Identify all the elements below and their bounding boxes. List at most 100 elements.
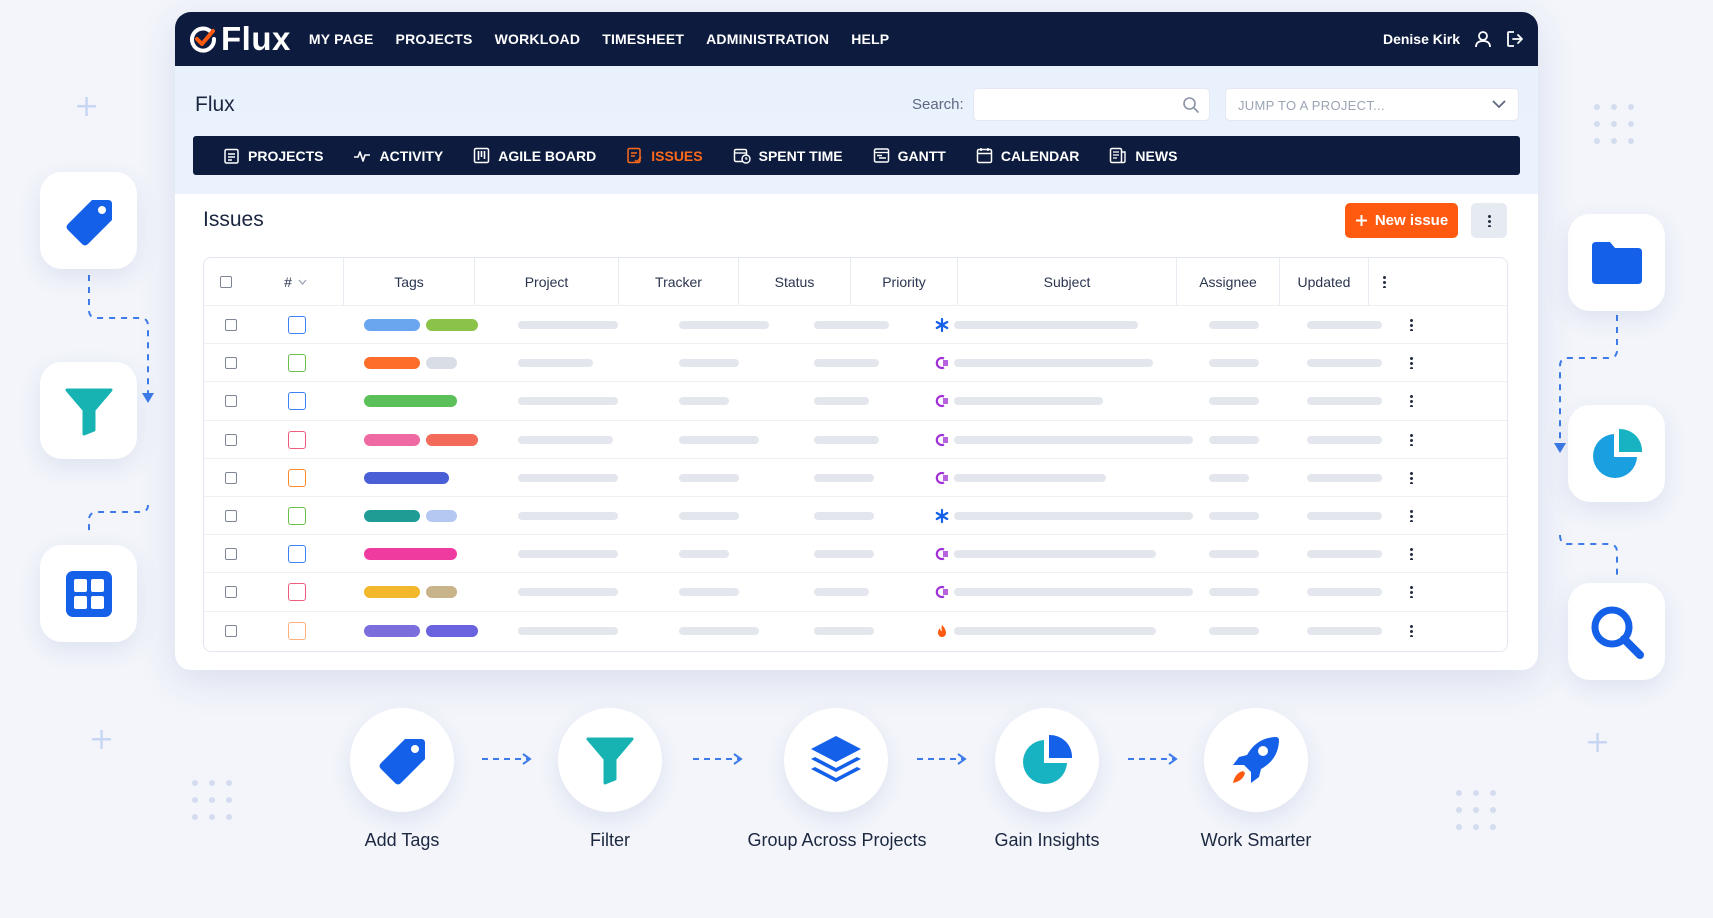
subject-placeholder (988, 588, 1193, 597)
tag-pill[interactable] (426, 357, 457, 370)
col-project[interactable]: Project (475, 258, 619, 305)
col-tags-label: Tags (394, 273, 424, 290)
project-placeholder (518, 512, 618, 520)
tag-pill[interactable] (364, 471, 449, 484)
tag-pill[interactable] (364, 433, 420, 446)
pie-chart-icon (1023, 734, 1073, 784)
status-placeholder (814, 473, 874, 482)
tab-activity[interactable]: ACTIVITY (353, 148, 443, 164)
tab-issues[interactable]: ISSUES (626, 147, 703, 164)
col-subject[interactable]: Subject (958, 258, 1177, 305)
new-issue-button[interactable]: New issue (1345, 203, 1458, 238)
col-tags[interactable]: Tags (344, 258, 475, 305)
table-row[interactable] (204, 457, 1507, 496)
row-options-icon[interactable] (1410, 623, 1413, 637)
table-row[interactable] (204, 572, 1507, 610)
col-updated[interactable]: Updated (1280, 258, 1369, 305)
grid-icon (65, 570, 112, 617)
row-checkbox[interactable] (225, 624, 237, 637)
user-name[interactable]: Denise Kirk (1383, 31, 1460, 47)
row-options-icon[interactable] (1410, 318, 1413, 331)
tag-pill[interactable] (364, 510, 420, 522)
tag-pill[interactable] (364, 624, 420, 637)
board-icon (474, 147, 490, 164)
logout-icon[interactable] (1506, 30, 1524, 48)
select-all-checkbox[interactable] (220, 275, 232, 288)
kebab-icon (1382, 275, 1386, 288)
tag-pill[interactable] (364, 548, 457, 561)
priority-urgent-icon (938, 624, 946, 637)
app-name: Flux (221, 20, 291, 57)
tag-pill[interactable] (364, 357, 420, 370)
search-icon[interactable] (1182, 96, 1200, 114)
app-logo[interactable]: Flux (189, 20, 291, 58)
subject-placeholder (988, 321, 1138, 329)
col-id[interactable]: # (248, 258, 344, 305)
table-row[interactable] (204, 343, 1507, 381)
tab-label: SPENT TIME (758, 147, 843, 164)
tag-pill[interactable] (364, 319, 420, 331)
decor-dots (1594, 104, 1634, 144)
row-checkbox[interactable] (225, 586, 237, 599)
tab-projects[interactable]: PROJECTS (223, 147, 323, 164)
row-options-icon[interactable] (1410, 509, 1413, 522)
table-row[interactable] (204, 496, 1507, 534)
table-row[interactable] (204, 305, 1507, 343)
tag-pill[interactable] (426, 624, 478, 637)
col-priority-label: Priority (882, 273, 926, 290)
tag-pill[interactable] (364, 586, 420, 599)
tracker-placeholder (679, 359, 739, 368)
updated-placeholder (1307, 435, 1382, 444)
nav-help[interactable]: HELP (851, 31, 889, 47)
row-checkbox[interactable] (225, 395, 237, 408)
tab-agile-board[interactable]: AGILE BOARD (473, 147, 596, 164)
row-checkbox[interactable] (225, 357, 237, 370)
tracker-square (288, 316, 306, 334)
assignee-placeholder (1209, 473, 1249, 482)
tag-pill[interactable] (426, 319, 478, 331)
row-options-icon[interactable] (1410, 394, 1413, 408)
user-icon[interactable] (1474, 30, 1492, 48)
nav-projects[interactable]: PROJECTS (396, 31, 473, 47)
col-priority[interactable]: Priority (851, 258, 958, 305)
col-assignee[interactable]: Assignee (1177, 258, 1280, 305)
tab-news[interactable]: NEWS (1109, 147, 1177, 164)
tag-pill[interactable] (364, 395, 457, 408)
col-status[interactable]: Status (739, 258, 851, 305)
project-placeholder (518, 397, 618, 406)
tag-pill[interactable] (426, 586, 457, 599)
more-options-button[interactable] (1471, 203, 1507, 238)
table-row[interactable] (204, 419, 1507, 458)
nav-my-page[interactable]: MY PAGE (309, 31, 374, 47)
row-options-icon[interactable] (1410, 356, 1413, 370)
jump-to-project-select[interactable]: JUMP TO A PROJECT... (1225, 88, 1519, 121)
row-checkbox[interactable] (225, 548, 237, 561)
search-input[interactable] (973, 88, 1210, 121)
tracker-square (288, 621, 306, 640)
row-checkbox[interactable] (225, 433, 237, 446)
row-options-icon[interactable] (1410, 432, 1413, 446)
subject-placeholder (988, 512, 1193, 520)
row-options-icon[interactable] (1410, 547, 1413, 561)
table-row[interactable] (204, 381, 1507, 419)
tag-pill[interactable] (426, 433, 478, 446)
tab-spent-time[interactable]: SPENT TIME (733, 147, 843, 164)
project-placeholder (518, 473, 618, 482)
priority-normal-icon (935, 318, 949, 332)
tab-gantt[interactable]: GANTT (873, 147, 946, 164)
row-checkbox[interactable] (225, 319, 237, 331)
tab-label: NEWS (1135, 147, 1178, 164)
row-options-icon[interactable] (1410, 585, 1413, 599)
tab-calendar[interactable]: CALENDAR (976, 147, 1079, 164)
nav-administration[interactable]: ADMINISTRATION (706, 31, 829, 47)
row-checkbox[interactable] (225, 471, 237, 484)
tag-pill[interactable] (426, 510, 457, 522)
row-checkbox[interactable] (225, 510, 237, 522)
row-options-icon[interactable] (1410, 470, 1413, 484)
table-row[interactable] (204, 610, 1507, 649)
col-options[interactable] (1369, 258, 1399, 305)
col-tracker[interactable]: Tracker (619, 258, 739, 305)
nav-workload[interactable]: WORKLOAD (495, 31, 581, 47)
nav-timesheet[interactable]: TIMESHEET (602, 31, 684, 47)
table-row[interactable] (204, 534, 1507, 572)
